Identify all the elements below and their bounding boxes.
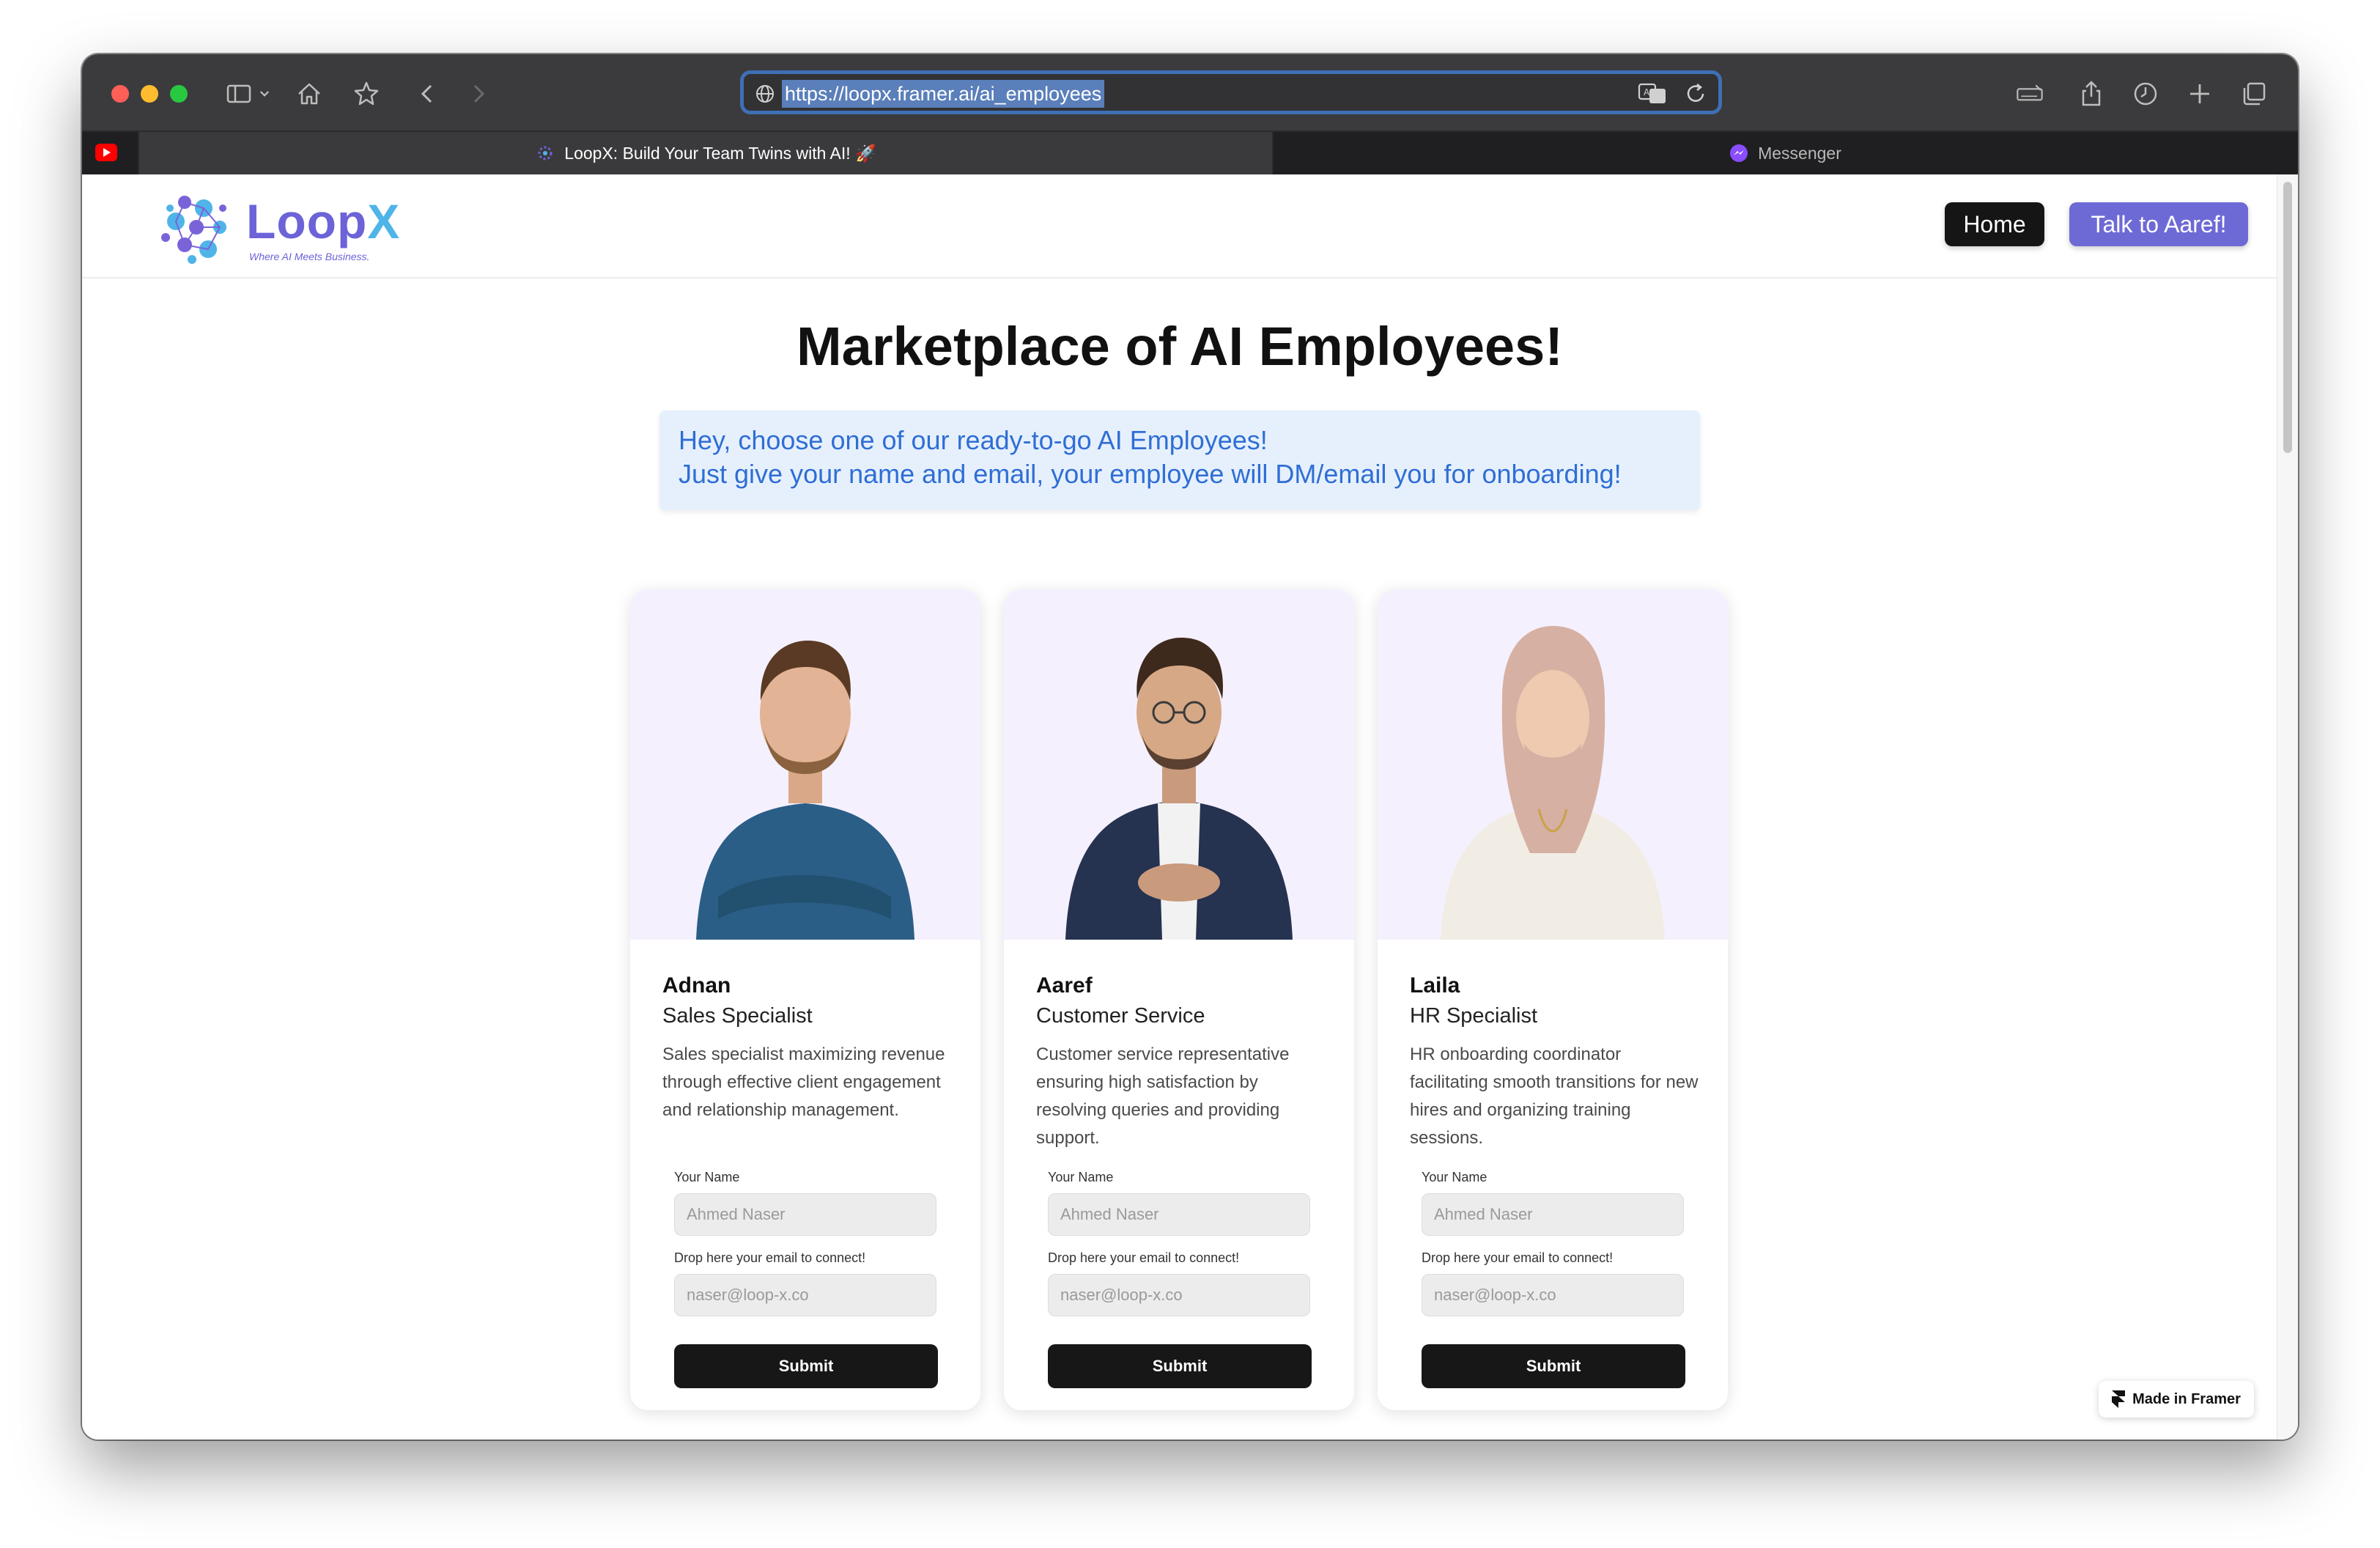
- address-bar[interactable]: https://loopx.framer.ai/ai_employees A: [740, 70, 1722, 114]
- employee-card-laila: Laila HR Specialist HR onboarding coordi…: [1378, 589, 1728, 1410]
- loopx-favicon-icon: [538, 146, 552, 161]
- browser-window: https://loopx.framer.ai/ai_employees A L…: [82, 54, 2298, 1440]
- email-input[interactable]: [674, 1274, 936, 1316]
- bookmark-star-icon[interactable]: [346, 73, 387, 114]
- browser-toolbar: https://loopx.framer.ai/ai_employees A: [82, 54, 2298, 132]
- employee-card-aaref: Aaref Customer Service Customer service …: [1004, 589, 1354, 1410]
- employee-name: Adnan: [662, 973, 731, 998]
- site-header: LoopX Where AI Meets Business. Home Talk…: [82, 174, 2277, 279]
- badge-label: Made in Framer: [2132, 1390, 2241, 1407]
- email-field-label: Drop here your email to connect!: [1048, 1250, 1240, 1265]
- logo-wordmark: LoopX: [246, 194, 401, 248]
- youtube-pinned-tab-icon[interactable]: [95, 144, 117, 161]
- employee-role: HR Specialist: [1410, 1004, 1538, 1028]
- employee-name: Laila: [1410, 973, 1460, 998]
- tab-title: LoopX: Build Your Team Twins with AI! 🚀: [564, 143, 876, 163]
- submit-button[interactable]: Submit: [674, 1344, 938, 1388]
- page-scrollbar[interactable]: [2277, 174, 2298, 1440]
- instructions-line-1: Hey, choose one of our ready-to-go AI Em…: [679, 425, 1268, 455]
- messenger-icon: [1730, 144, 1748, 162]
- tab-loopx[interactable]: LoopX: Build Your Team Twins with AI! 🚀: [138, 132, 1274, 174]
- email-input[interactable]: [1048, 1274, 1310, 1316]
- back-icon[interactable]: [407, 73, 448, 114]
- name-field-label: Your Name: [674, 1170, 740, 1184]
- tab-overview-icon[interactable]: [2233, 73, 2274, 114]
- employee-description: Customer service representative ensuring…: [1036, 1044, 1290, 1148]
- new-tab-plus-icon[interactable]: [2179, 73, 2220, 114]
- employee-name: Aaref: [1036, 973, 1093, 998]
- tab-title: Messenger: [1758, 143, 1841, 163]
- share-icon[interactable]: [2071, 73, 2112, 114]
- made-in-framer-badge[interactable]: Made in Framer: [2099, 1381, 2254, 1418]
- home-button[interactable]: Home: [1945, 202, 2044, 246]
- employee-photo-laila: [1378, 589, 1728, 940]
- submit-button[interactable]: Submit: [1422, 1344, 1685, 1388]
- chevron-down-icon[interactable]: [254, 73, 276, 114]
- name-field-label: Your Name: [1422, 1170, 1488, 1184]
- loopx-logo[interactable]: LoopX Where AI Meets Business.: [155, 186, 399, 267]
- email-field-label: Drop here your email to connect!: [674, 1250, 866, 1265]
- reader-icon[interactable]: [2008, 73, 2052, 114]
- page-viewport[interactable]: LoopX Where AI Meets Business. Home Talk…: [82, 174, 2298, 1440]
- history-clock-icon[interactable]: [2125, 73, 2166, 114]
- translate-icon[interactable]: A: [1638, 81, 1667, 106]
- close-window-button[interactable]: [111, 85, 129, 103]
- tab-messenger[interactable]: Messenger: [1272, 132, 2298, 174]
- logo-tagline: Where AI Meets Business.: [249, 251, 370, 262]
- globe-icon: [756, 85, 774, 103]
- scrollbar-thumb[interactable]: [2283, 182, 2292, 453]
- name-input[interactable]: [674, 1193, 936, 1236]
- employee-role: Sales Specialist: [662, 1004, 813, 1028]
- framer-logo-icon: [2112, 1390, 2126, 1408]
- instructions-banner: Hey, choose one of our ready-to-go AI Em…: [659, 410, 1700, 510]
- instructions-line-2: Just give your name and email, your empl…: [679, 459, 1622, 489]
- employee-photo-adnan: [630, 589, 980, 940]
- loopx-molecule-icon: [161, 196, 226, 264]
- url-text[interactable]: https://loopx.framer.ai/ai_employees: [782, 80, 1105, 108]
- name-field-label: Your Name: [1048, 1170, 1114, 1184]
- svg-text:A: A: [1644, 87, 1650, 97]
- tab-bar: LoopX: Build Your Team Twins with AI! 🚀 …: [82, 132, 2298, 174]
- submit-button[interactable]: Submit: [1048, 1344, 1312, 1388]
- employee-photo-aaref: [1004, 589, 1354, 940]
- email-input[interactable]: [1422, 1274, 1684, 1316]
- name-input[interactable]: [1048, 1193, 1310, 1236]
- employee-description: HR onboarding coordinator facilitating s…: [1410, 1044, 1699, 1148]
- zoom-window-button[interactable]: [170, 85, 188, 103]
- page-title: Marketplace of AI Employees!: [797, 316, 1563, 377]
- forward-icon[interactable]: [457, 73, 498, 114]
- employee-role: Customer Service: [1036, 1004, 1205, 1028]
- name-input[interactable]: [1422, 1193, 1684, 1236]
- home-icon[interactable]: [289, 73, 330, 114]
- employee-card-adnan: Adnan Sales Specialist Sales specialist …: [630, 589, 980, 1410]
- email-field-label: Drop here your email to connect!: [1422, 1250, 1614, 1265]
- reload-icon[interactable]: [1683, 81, 1708, 106]
- talk-to-aaref-button[interactable]: Talk to Aaref!: [2069, 202, 2248, 246]
- minimize-window-button[interactable]: [141, 85, 158, 103]
- employee-description: Sales specialist maximizing revenue thro…: [662, 1044, 945, 1120]
